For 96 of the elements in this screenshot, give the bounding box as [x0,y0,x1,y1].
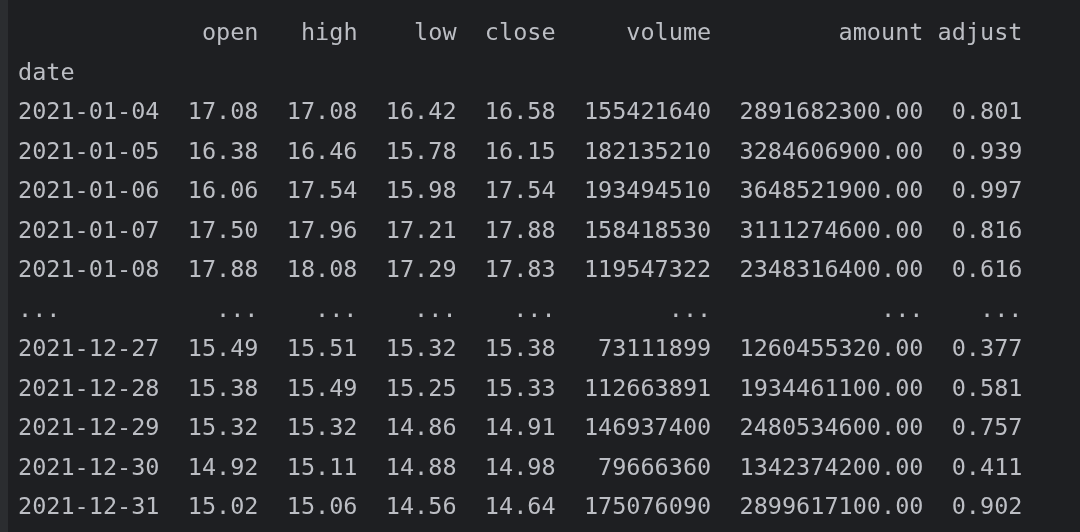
index-label: 2021-01-06 [18,175,160,207]
table-value: 2891682300.00 [739,96,924,128]
table-value: 15.25 [385,372,457,404]
table-value: ... [980,293,1023,325]
table-value: 79666360 [598,451,712,483]
column-header: volume [626,17,712,49]
index-label: 2021-12-31 [18,491,160,523]
table-value: 16.15 [484,135,556,167]
table-value: 182135210 [583,135,712,167]
table-value: 3111274600.00 [739,214,924,246]
table-value: ... [216,293,259,325]
table-value: 15.32 [286,412,358,444]
table-value: 15.38 [187,372,259,404]
table-value: 14.91 [484,412,556,444]
table-value: 0.757 [951,412,1023,444]
table-value: 15.78 [385,135,457,167]
table-value: 15.32 [187,412,259,444]
table-value: 2899617100.00 [739,491,924,523]
index-name: date [18,56,75,88]
table-value: 15.32 [385,333,457,365]
table-value: ... [881,293,924,325]
table-value: 17.08 [187,96,259,128]
index-label: ... [18,293,61,325]
index-label: 2021-12-27 [18,333,160,365]
table-value: 14.92 [187,451,259,483]
column-header: adjust [937,17,1023,49]
table-value: ... [414,293,457,325]
column-header: amount [838,17,924,49]
table-value: 18.08 [286,254,358,286]
table-value: 16.46 [286,135,358,167]
column-header: high [300,17,358,49]
table-value: 14.56 [385,491,457,523]
table-value: ... [315,293,358,325]
table-value: 15.38 [484,333,556,365]
table-value: 15.11 [286,451,358,483]
table-value: 0.377 [951,333,1023,365]
table-value: 112663891 [583,372,712,404]
table-value: 14.86 [385,412,457,444]
table-value: 14.64 [484,491,556,523]
table-value: 17.08 [286,96,358,128]
index-label: 2021-01-07 [18,214,160,246]
table-value: 3284606900.00 [739,135,924,167]
table-value: 175076090 [583,491,712,523]
table-value: 3648521900.00 [739,175,924,207]
table-value: 0.801 [951,96,1023,128]
table-value: 146937400 [583,412,712,444]
table-value: 15.33 [484,372,556,404]
table-value: 155421640 [583,96,712,128]
table-value: 17.54 [484,175,556,207]
table-value: 17.29 [385,254,457,286]
table-value: 119547322 [583,254,712,286]
index-label: 2021-01-04 [18,96,160,128]
table-value: 17.88 [187,254,259,286]
table-value: 2480534600.00 [739,412,924,444]
table-value: 0.581 [951,372,1023,404]
table-value: 0.816 [951,214,1023,246]
table-value: 15.02 [187,491,259,523]
index-label: 2021-12-29 [18,412,160,444]
table-value: 2348316400.00 [739,254,924,286]
table-value: 16.58 [484,96,556,128]
table-value: ... [668,293,712,325]
table-value: 17.54 [286,175,358,207]
table-value: 193494510 [583,175,712,207]
table-value: 17.83 [484,254,556,286]
table-value: 158418530 [583,214,712,246]
table-value: 16.42 [385,96,457,128]
table-value: 15.51 [286,333,358,365]
table-value: 0.411 [951,451,1023,483]
table-value: 0.902 [951,491,1023,523]
index-label: 2021-01-08 [18,254,160,286]
column-header: close [484,17,556,49]
index-label: 2021-12-28 [18,372,160,404]
index-label: 2021-01-05 [18,135,160,167]
table-value: 17.50 [187,214,259,246]
table-value: 15.49 [286,372,358,404]
table-value: 0.997 [951,175,1023,207]
table-value: 1934461100.00 [739,372,924,404]
table-value: 1342374200.00 [739,451,924,483]
table-value: 17.88 [484,214,556,246]
column-header: low [414,17,457,49]
table-value: 16.38 [187,135,259,167]
table-value: 73111899 [598,333,712,365]
index-label: 2021-12-30 [18,451,160,483]
table-value: 14.88 [385,451,457,483]
column-header: open [201,17,259,49]
table-value: 15.49 [187,333,259,365]
table-value: 14.98 [484,451,556,483]
table-value: 17.96 [286,214,358,246]
table-value: 0.616 [951,254,1023,286]
table-value: 0.939 [951,135,1023,167]
table-value: ... [513,293,556,325]
table-value: 15.98 [385,175,457,207]
table-value: 15.06 [286,491,358,523]
table-value: 17.21 [385,214,457,246]
table-value: 1260455320.00 [739,333,924,365]
table-value: 16.06 [187,175,259,207]
